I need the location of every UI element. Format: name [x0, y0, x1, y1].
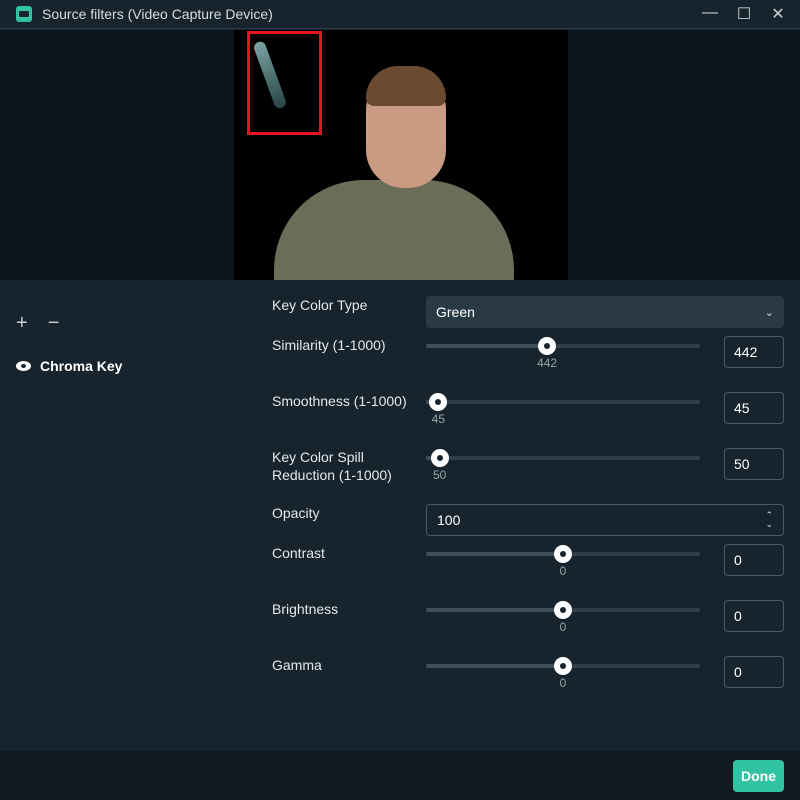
app-icon — [16, 6, 32, 22]
slider-handle[interactable] — [554, 601, 572, 619]
slider-fill — [426, 344, 548, 348]
filter-name: Chroma Key — [40, 358, 123, 374]
spill-reduction-label: Key Color Spill Reduction (1-1000) — [272, 449, 392, 483]
slider-value-label: 45 — [431, 412, 446, 426]
gamma-input[interactable]: 0 — [724, 656, 784, 688]
done-button[interactable]: Done — [733, 760, 784, 792]
smoothness-label: Smoothness (1-1000) — [272, 393, 407, 409]
filter-list-panel: + − Chroma Key — [0, 280, 250, 750]
add-filter-button[interactable]: + — [16, 312, 28, 335]
window-title: Source filters (Video Capture Device) — [42, 6, 273, 22]
key-color-type-label: Key Color Type — [272, 297, 368, 313]
similarity-label: Similarity (1-1000) — [272, 337, 386, 353]
slider-handle[interactable] — [429, 393, 448, 411]
smoothness-input[interactable]: 45 — [724, 392, 784, 424]
slider-value-label: 0 — [559, 676, 567, 690]
close-icon[interactable]: ✕ — [770, 4, 786, 24]
slider-value-label: 442 — [537, 356, 558, 370]
footer: Done — [0, 751, 800, 800]
contrast-slider[interactable]: 0 — [426, 545, 700, 578]
contrast-label: Contrast — [272, 545, 325, 561]
brightness-slider[interactable]: 0 — [426, 601, 700, 634]
opacity-input[interactable]: 100 ⌃ ⌄ — [426, 504, 784, 536]
person-hair — [366, 66, 446, 106]
highlight-box — [247, 31, 322, 135]
spill-reduction-input[interactable]: 50 — [724, 448, 784, 480]
slider-fill — [426, 664, 563, 668]
similarity-slider[interactable]: 442 — [426, 337, 700, 370]
slider-handle[interactable] — [554, 545, 572, 563]
video-preview — [234, 30, 568, 280]
slider-handle[interactable] — [554, 657, 572, 675]
spinner-arrows-icon[interactable]: ⌃ ⌄ — [765, 511, 773, 529]
remove-filter-button[interactable]: − — [48, 312, 60, 335]
person-body — [274, 180, 514, 280]
slider-handle[interactable] — [538, 337, 557, 355]
gamma-slider[interactable]: 0 — [426, 657, 700, 690]
slider-fill — [426, 552, 563, 556]
opacity-label: Opacity — [272, 505, 320, 521]
preview-area — [0, 30, 800, 280]
minimize-icon[interactable]: — — [702, 4, 718, 24]
chevron-down-icon: ⌄ — [764, 306, 774, 319]
slider-value-label: 0 — [559, 620, 567, 634]
maximize-icon[interactable]: ☐ — [736, 4, 752, 24]
eye-icon[interactable] — [16, 361, 31, 371]
title-bar: Source filters (Video Capture Device) — … — [0, 0, 800, 29]
slider-value-label: 0 — [559, 564, 567, 578]
slider-handle[interactable] — [430, 449, 449, 467]
gamma-label: Gamma — [272, 657, 322, 673]
brightness-input[interactable]: 0 — [724, 600, 784, 632]
key-color-type-value: Green — [436, 304, 475, 320]
smoothness-slider[interactable]: 45 — [426, 393, 700, 426]
slider-value-label: 50 — [433, 468, 447, 482]
spill-reduction-slider[interactable]: 50 — [426, 449, 700, 482]
opacity-value: 100 — [437, 512, 461, 528]
filter-item-chroma-key[interactable]: Chroma Key — [16, 358, 122, 374]
similarity-input[interactable]: 442 — [724, 336, 784, 368]
slider-fill — [426, 608, 563, 612]
brightness-label: Brightness — [272, 601, 339, 617]
contrast-input[interactable]: 0 — [724, 544, 784, 576]
key-color-type-select[interactable]: Green ⌄ — [426, 296, 784, 328]
